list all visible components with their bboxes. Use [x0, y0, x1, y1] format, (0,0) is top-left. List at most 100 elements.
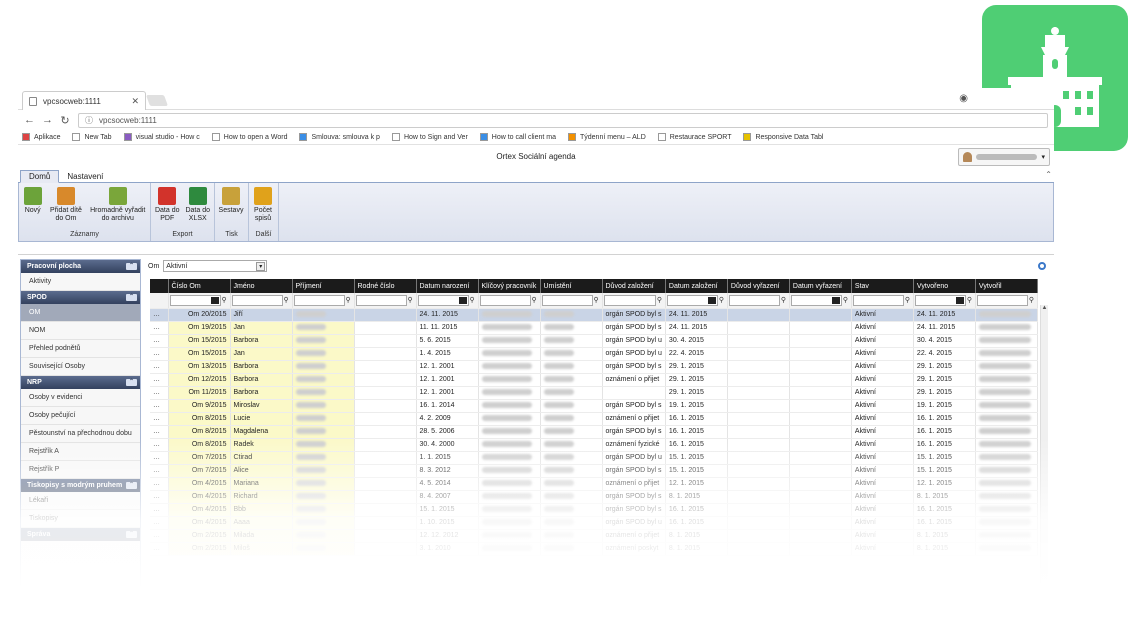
- sidebar-item[interactable]: Tiskopisy: [21, 510, 140, 528]
- new-button[interactable]: Nový: [21, 183, 44, 231]
- table-cell[interactable]: …: [150, 308, 169, 322]
- dropdown-icon[interactable]: [707, 296, 716, 304]
- table-cell[interactable]: …: [150, 386, 169, 400]
- column-filter-input[interactable]: [603, 294, 656, 306]
- table-cell[interactable]: …: [150, 347, 169, 361]
- column-filter-input[interactable]: [293, 294, 345, 306]
- bulk-archive-button[interactable]: Hromadně vyřadit do archivu: [87, 183, 148, 231]
- filter-icon[interactable]: ⚲: [657, 296, 664, 304]
- table-cell[interactable]: …: [150, 542, 169, 556]
- sidebar-section-header[interactable]: Pracovní plocha ⌃: [21, 260, 140, 273]
- filter-icon[interactable]: ⚲: [1029, 296, 1036, 304]
- table-row[interactable]: … Om 4/2015 Bbb 15. 1. 2015 orgán SPOD byl s…: [150, 503, 1038, 517]
- sidebar-item[interactable]: Osoby v evidenci: [21, 389, 140, 407]
- table-cell[interactable]: …: [150, 334, 169, 348]
- bookmark-item[interactable]: Aplikace: [22, 133, 60, 141]
- url-input[interactable]: ⓘ vpcsocweb:1111: [78, 112, 1048, 128]
- sidebar-section-header[interactable]: NRP ⌃: [21, 376, 140, 389]
- close-icon[interactable]: ✕: [131, 96, 139, 107]
- column-filter-input[interactable]: [169, 294, 221, 306]
- dropdown-icon[interactable]: [210, 296, 219, 304]
- column-filter-input[interactable]: [355, 294, 407, 306]
- table-cell[interactable]: …: [150, 516, 169, 530]
- column-header[interactable]: Datum založení: [665, 279, 728, 293]
- add-child-button[interactable]: Přidat dítě do Om: [46, 183, 85, 231]
- export-pdf-button[interactable]: Data do PDF: [153, 183, 182, 231]
- sidebar-item[interactable]: Osoby pečující: [21, 407, 140, 425]
- table-cell[interactable]: …: [150, 503, 169, 517]
- bookmark-item[interactable]: Týdenní menu – ALD: [567, 133, 646, 141]
- file-count-button[interactable]: Počet spisů: [251, 183, 275, 231]
- table-cell[interactable]: …: [150, 451, 169, 465]
- column-filter-input[interactable]: [541, 294, 593, 306]
- table-row[interactable]: … Om 7/2015 Ctirad 1. 1. 2015 orgán SPOD byl…: [150, 451, 1038, 465]
- sidebar-item[interactable]: NOM: [21, 322, 140, 340]
- bookmark-item[interactable]: How to Sign and Ver: [391, 133, 468, 141]
- sidebar-item[interactable]: Lékaři: [21, 492, 140, 510]
- filter-icon[interactable]: ⚲: [781, 296, 788, 304]
- table-row[interactable]: … Om 2/2015 Miloš 3. 1. 2010 oznámení poskyt…: [150, 542, 1038, 556]
- sidebar-item[interactable]: Aktivity: [21, 273, 140, 291]
- bookmark-item[interactable]: Restaurace SPORT: [657, 133, 731, 141]
- filter-icon[interactable]: ⚲: [284, 296, 291, 304]
- dropdown-icon[interactable]: [955, 296, 964, 304]
- column-header[interactable]: Rodné číslo: [354, 279, 417, 293]
- forward-arrow-icon[interactable]: →: [42, 114, 53, 126]
- grid-scrollbar[interactable]: ▲: [1040, 305, 1048, 588]
- table-row[interactable]: … Om 9/2015 Miroslav 16. 1. 2014 orgán SPOD …: [150, 399, 1038, 413]
- table-cell[interactable]: …: [150, 490, 169, 504]
- new-tab-button[interactable]: [145, 95, 169, 106]
- table-cell[interactable]: …: [150, 438, 169, 452]
- table-row[interactable]: … Om 11/2015 Barbora 12. 1. 2001 29. 1. 2015…: [150, 386, 1038, 400]
- collapse-icon[interactable]: ⌃: [126, 379, 137, 386]
- browser-tab[interactable]: vpcsocweb:1111 ✕: [22, 91, 146, 110]
- filter-icon[interactable]: ⚲: [843, 296, 850, 304]
- column-header[interactable]: Vytvořeno: [913, 279, 976, 293]
- column-header[interactable]: Datum narození: [416, 279, 479, 293]
- sidebar-item[interactable]: Pěstounství na přechodnou dobu: [21, 425, 140, 443]
- sidebar-section-header[interactable]: Správa ⌃: [21, 528, 140, 541]
- collapse-ribbon-icon[interactable]: ⌃: [1045, 170, 1052, 179]
- column-filter-input[interactable]: [976, 294, 1028, 306]
- back-arrow-icon[interactable]: ←: [24, 114, 35, 126]
- filter-icon[interactable]: ⚲: [222, 296, 229, 304]
- filter-icon[interactable]: ⚲: [967, 296, 974, 304]
- filter-icon[interactable]: ⚲: [594, 296, 601, 304]
- column-header[interactable]: Vytvořil: [975, 279, 1038, 293]
- filter-icon[interactable]: ⚲: [408, 296, 415, 304]
- dropdown-icon[interactable]: [831, 296, 840, 304]
- profile-icon[interactable]: ◉: [959, 93, 968, 104]
- sidebar-item[interactable]: OM: [21, 304, 140, 322]
- sidebar-section-header[interactable]: SPOD ⌃: [21, 291, 140, 304]
- table-cell[interactable]: …: [150, 360, 169, 374]
- column-header[interactable]: [150, 279, 169, 293]
- filter-icon[interactable]: ⚲: [532, 296, 539, 304]
- column-header[interactable]: Klíčový pracovník: [478, 279, 541, 293]
- sidebar-item[interactable]: Rejstřík A: [21, 443, 140, 461]
- reports-button[interactable]: Sestavy: [217, 183, 245, 231]
- tab-nastaveni[interactable]: Nastavení: [59, 171, 111, 182]
- column-header[interactable]: Příjmení: [292, 279, 355, 293]
- column-filter-input[interactable]: [728, 294, 780, 306]
- filter-icon[interactable]: ⚲: [905, 296, 912, 304]
- table-cell[interactable]: …: [150, 425, 169, 439]
- table-row[interactable]: … Om 15/2015 Jan 1. 4. 2015 orgán SPOD byl u…: [150, 347, 1038, 361]
- sidebar-item[interactable]: Rejstřík P: [21, 461, 140, 479]
- collapse-icon[interactable]: ⌃: [126, 531, 137, 538]
- scroll-up-icon[interactable]: ▲: [1041, 305, 1048, 313]
- collapse-icon[interactable]: ⌃: [126, 294, 137, 301]
- column-header[interactable]: Číslo Om: [168, 279, 231, 293]
- table-row[interactable]: … Om 15/2015 Barbora 5. 6. 2015 orgán SPOD b…: [150, 334, 1038, 348]
- tab-domu[interactable]: Domů: [20, 170, 60, 183]
- column-filter-input[interactable]: [666, 294, 718, 306]
- dropdown-icon[interactable]: [458, 296, 467, 304]
- collapse-icon[interactable]: ⌃: [126, 263, 137, 270]
- column-header[interactable]: Důvod vyřazení: [727, 279, 790, 293]
- table-row[interactable]: … Om 4/2015 Richard 8. 4. 2007 orgán SPOD by…: [150, 490, 1038, 504]
- column-header[interactable]: Datum vyřazení: [789, 279, 852, 293]
- column-filter-input[interactable]: [790, 294, 842, 306]
- column-header[interactable]: Umístění: [540, 279, 603, 293]
- table-row[interactable]: … Om 7/2015 Alice 8. 3. 2012 orgán SPOD byl …: [150, 464, 1038, 478]
- bookmark-item[interactable]: Smlouva: smlouva k p: [299, 133, 380, 141]
- table-cell[interactable]: …: [150, 464, 169, 478]
